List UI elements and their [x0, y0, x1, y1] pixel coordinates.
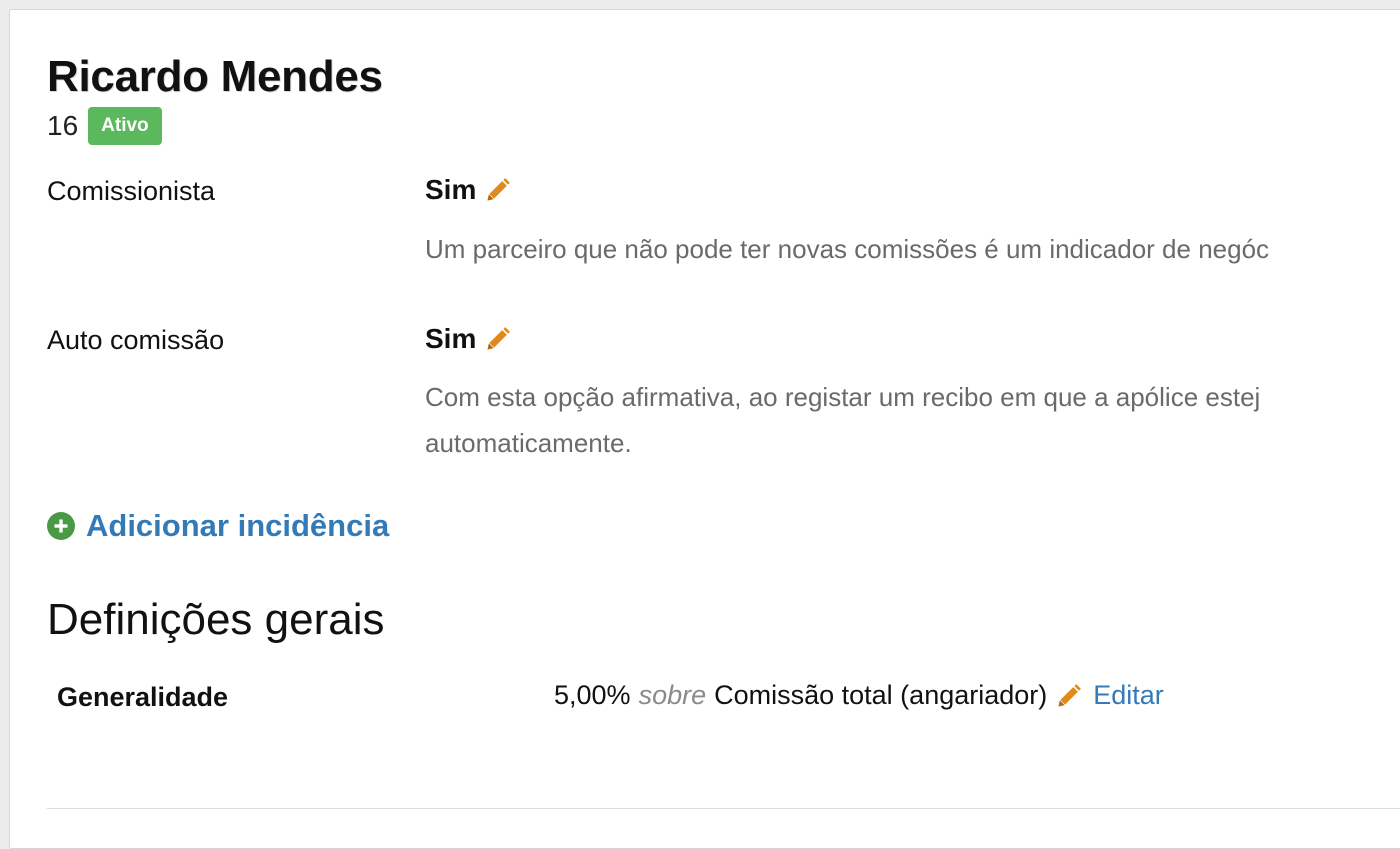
comissionista-value-text: Sim — [425, 174, 477, 205]
generalidade-value: 5,00% sobre Comissão total (angariador) … — [554, 680, 1164, 711]
partner-panel: Ricardo Mendes 16 Ativo Comissionista Si… — [9, 9, 1400, 849]
auto-comissao-value: Sim — [425, 323, 512, 355]
comissionista-value: Sim — [425, 174, 512, 206]
section-divider — [47, 808, 1400, 809]
comissionista-label: Comissionista — [47, 176, 216, 206]
partner-name: Ricardo Mendes — [47, 52, 383, 101]
auto-comissao-value-text: Sim — [425, 323, 477, 354]
generalidade-connector: sobre — [638, 680, 707, 710]
general-settings-title: Definições gerais — [47, 595, 385, 644]
auto-comissao-label: Auto comissão — [47, 325, 225, 355]
partner-id: 16 — [47, 110, 79, 141]
partner-meta: 16 Ativo — [47, 106, 162, 146]
generalidade-base: Comissão total (angariador) — [714, 680, 1048, 710]
auto-comissao-description-line2: automaticamente. — [425, 428, 632, 458]
comissionista-description: Um parceiro que não pode ter novas comis… — [425, 234, 1270, 264]
plus-circle-icon — [47, 512, 75, 540]
add-incidence-link[interactable]: Adicionar incidência — [47, 508, 389, 544]
generalidade-percent: 5,00% — [554, 680, 631, 710]
generalidade-edit-link[interactable]: Editar — [1093, 680, 1164, 711]
generalidade-label: Generalidade — [57, 682, 229, 712]
auto-comissao-description-line1: Com esta opção afirmativa, ao registar u… — [425, 382, 1261, 412]
generalidade-edit-pencil-icon[interactable] — [1055, 682, 1083, 710]
comissionista-edit-pencil-icon[interactable] — [484, 176, 512, 204]
add-incidence-label: Adicionar incidência — [86, 508, 390, 543]
auto-comissao-edit-pencil-icon[interactable] — [484, 325, 512, 353]
status-badge: Ativo — [88, 107, 162, 145]
